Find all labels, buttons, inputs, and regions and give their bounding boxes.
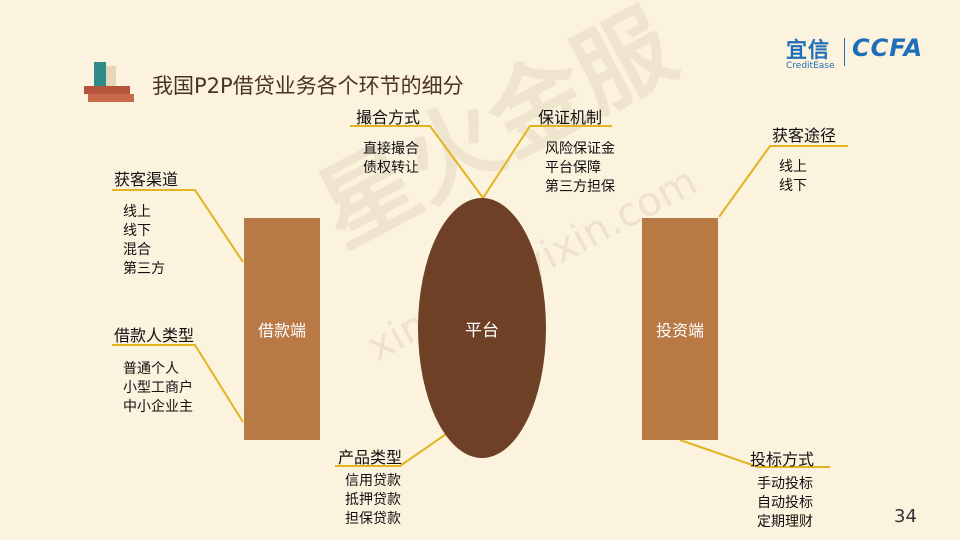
product-type-list: 信用贷款 抵押贷款 担保贷款 (345, 472, 401, 529)
matching-method-heading: 撮合方式 (356, 108, 421, 127)
bidding-method-list: 手动投标 自动投标 定期理财 (757, 475, 813, 532)
creditease-logo: 宜信 (786, 38, 830, 62)
list-item: 第三方 (123, 261, 165, 277)
acquisition-channel-list: 线上 线下 混合 第三方 (123, 203, 165, 279)
list-item: 中小企业主 (123, 399, 193, 415)
list-item: 定期理财 (757, 514, 813, 530)
list-item: 线下 (779, 178, 807, 194)
acquisition-channel-heading: 获客渠道 (114, 170, 179, 189)
list-item: 线上 (123, 204, 151, 220)
creditease-logo-text: CreditEase (786, 61, 835, 71)
matching-method-list: 直接撮合 债权转让 (363, 140, 419, 178)
ccfa-logo: CCFA (852, 34, 924, 62)
page-title: 我国P2P借贷业务各个环节的细分 (152, 74, 464, 98)
list-item: 信用贷款 (345, 473, 401, 489)
platform-node-label: 平台 (465, 320, 499, 341)
list-item: 担保贷款 (345, 511, 401, 527)
list-item: 线上 (779, 159, 807, 175)
list-item: 风险保证金 (545, 141, 615, 157)
borrower-node: 借款端 (244, 218, 320, 440)
investor-node: 投资端 (642, 218, 718, 440)
list-item: 普通个人 (123, 361, 179, 377)
list-item: 手动投标 (757, 476, 813, 492)
list-item: 混合 (123, 242, 151, 258)
guarantee-mechanism-list: 风险保证金 平台保障 第三方担保 (545, 140, 615, 197)
borrower-node-label: 借款端 (257, 321, 306, 340)
page-number: 34 (894, 506, 917, 527)
books-icon (84, 60, 134, 104)
list-item: 自动投标 (757, 495, 813, 511)
investor-node-label: 投资端 (655, 321, 704, 340)
guarantee-mechanism-heading: 保证机制 (538, 108, 603, 127)
list-item: 平台保障 (545, 160, 601, 176)
borrower-type-heading: 借款人类型 (114, 326, 195, 345)
list-item: 直接撮合 (363, 141, 419, 157)
borrower-type-list: 普通个人 小型工商户 中小企业主 (123, 360, 193, 417)
list-item: 债权转让 (363, 160, 419, 176)
list-item: 抵押贷款 (345, 492, 401, 508)
acquisition-path-heading: 获客途径 (772, 126, 837, 145)
platform-node: 平台 (418, 198, 546, 458)
list-item: 小型工商户 (123, 380, 193, 396)
product-type-heading: 产品类型 (338, 448, 403, 467)
bidding-method-heading: 投标方式 (750, 450, 815, 469)
list-item: 线下 (123, 223, 151, 239)
logo-divider (844, 38, 845, 66)
list-item: 第三方担保 (545, 179, 615, 195)
acquisition-path-list: 线上 线下 (779, 158, 807, 196)
